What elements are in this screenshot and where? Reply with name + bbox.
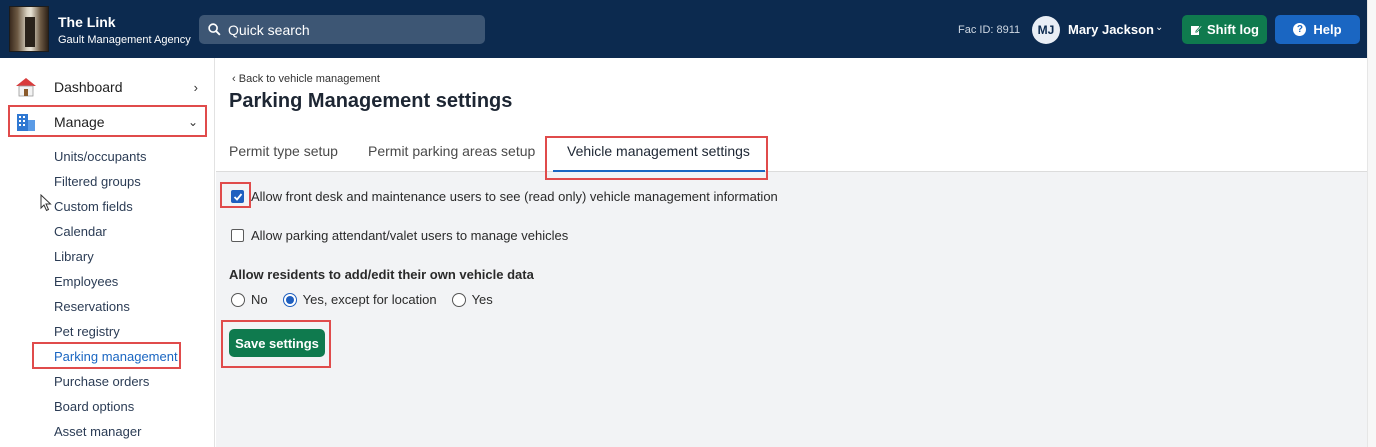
building-icon [14,111,40,133]
top-bar: The Link Gault Management Agency Quick s… [0,0,1367,58]
app-logo[interactable] [9,6,49,52]
question-icon: ? [1293,23,1307,36]
sidebar-sub-item-purchase-orders[interactable]: Purchase orders [54,374,149,389]
avatar[interactable]: MJ [1032,16,1060,44]
sidebar-sub-item-library[interactable]: Library [54,249,94,264]
residents-radio-group: No Yes, except for location Yes [231,292,508,307]
sidebar-sub-item-employees[interactable]: Employees [54,274,118,289]
chevron-down-icon: ⌄ [187,115,198,129]
radio-yes-except-location-label: Yes, except for location [302,292,437,307]
facility-id: Fac ID: 8911 [958,24,1021,36]
valet-option[interactable]: Allow parking attendant/valet users to m… [231,228,568,243]
sidebar-item-label: Manage [54,114,105,130]
sidebar-sub-item-units[interactable]: Units/occupants [54,149,147,164]
mouse-cursor-icon [40,194,52,212]
search-icon [208,23,221,36]
radio-yes-label: Yes [471,292,493,307]
valet-label: Allow parking attendant/valet users to m… [251,228,569,243]
residents-vehicle-label: Allow residents to add/edit their own ve… [229,267,534,282]
sidebar-item-dashboard[interactable]: Dashboard › [14,73,208,101]
sidebar-sub-item-filtered-groups[interactable]: Filtered groups [54,174,141,189]
radio-yes[interactable] [451,292,466,307]
tab-permit-type-setup[interactable]: Permit type setup [229,143,338,159]
help-label: Help [1313,22,1342,37]
sidebar-sub-item-reservations[interactable]: Reservations [54,299,130,314]
tab-permit-parking-areas[interactable]: Permit parking areas setup [368,143,535,159]
front-desk-label: Allow front desk and maintenance users t… [251,189,778,204]
edit-note-icon [1191,24,1202,35]
sidebar-sub-item-parking-management[interactable]: Parking management [54,349,178,364]
tab-vehicle-management-settings[interactable]: Vehicle management settings [567,143,750,159]
save-settings-button[interactable]: Save settings [229,329,325,357]
sidebar-sub-item-calendar[interactable]: Calendar [54,224,107,239]
sidebar-sub-item-asset-manager[interactable]: Asset manager [54,424,141,439]
chevron-down-icon[interactable]: ⌄ [1155,22,1163,33]
scroll-edge [1367,0,1376,447]
sidebar-item-label: Dashboard [54,79,123,95]
quick-search-input[interactable]: Quick search [199,15,485,44]
user-name[interactable]: Mary Jackson [1068,22,1154,37]
shift-log-button[interactable]: Shift log [1182,15,1267,44]
back-link[interactable]: ‹ Back to vehicle management [232,73,380,85]
help-button[interactable]: ? Help [1275,15,1360,44]
checkmark-icon [233,192,242,201]
settings-panel [216,172,1367,447]
sidebar-sub-item-board-options[interactable]: Board options [54,399,134,414]
chevron-right-icon: › [193,79,198,95]
agency-name: Gault Management Agency [58,34,191,46]
sidebar-sub-item-pet-registry[interactable]: Pet registry [54,324,120,339]
valet-checkbox[interactable] [231,229,244,242]
app-title: The Link [58,14,116,30]
front-desk-checkbox[interactable] [231,190,244,203]
sidebar-sub-item-custom-fields[interactable]: Custom fields [54,199,133,214]
radio-no-label: No [251,292,268,307]
home-icon [14,76,40,98]
search-placeholder: Quick search [228,21,310,38]
front-desk-option[interactable]: Allow front desk and maintenance users t… [231,189,778,204]
shift-log-label: Shift log [1207,22,1259,37]
page-title: Parking Management settings [229,90,513,112]
sidebar-item-manage[interactable]: Manage ⌄ [14,108,208,136]
radio-yes-except-location[interactable] [282,292,297,307]
radio-no[interactable] [231,292,245,307]
chevron-left-icon: ‹ [232,73,239,85]
back-link-label: Back to vehicle management [238,73,380,85]
